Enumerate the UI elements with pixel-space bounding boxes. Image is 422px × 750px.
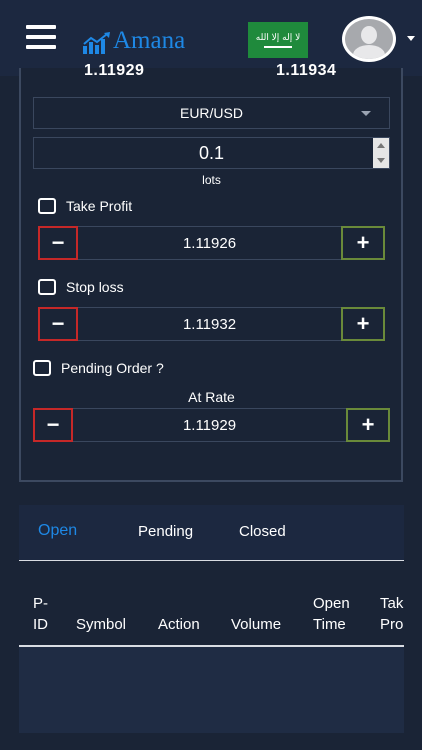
- stop-loss-minus-button[interactable]: −: [38, 307, 78, 341]
- stop-loss-checkbox[interactable]: [38, 279, 56, 295]
- col-header-text: Volume: [231, 616, 282, 633]
- col-header-text: Symbol: [76, 616, 127, 633]
- avatar[interactable]: [342, 16, 396, 62]
- orders-table-header: P- ID Symbol Action Volume Open Time Tak…: [19, 561, 404, 647]
- sword-icon: [264, 45, 292, 48]
- tab-closed[interactable]: Closed: [239, 523, 286, 540]
- at-rate-minus-button[interactable]: −: [33, 408, 73, 442]
- stop-loss-plus-button[interactable]: +: [341, 307, 385, 341]
- ask-rate: 1.11934: [276, 64, 337, 79]
- rates-strip: 1.11929 1.11934: [0, 64, 422, 80]
- logo[interactable]: Amana: [82, 24, 185, 54]
- lots-input[interactable]: 0.1: [33, 137, 390, 169]
- chart-logo-icon: [83, 32, 110, 54]
- stop-loss-value[interactable]: 1.11932: [78, 307, 341, 341]
- pending-order-checkbox[interactable]: [33, 360, 51, 376]
- at-rate-value[interactable]: 1.11929: [73, 408, 346, 442]
- take-profit-row: Take Profit: [38, 198, 132, 214]
- col-header-symbol[interactable]: Symbol: [76, 614, 126, 635]
- orders-table-body: [19, 647, 404, 733]
- tab-open[interactable]: Open: [38, 522, 77, 540]
- lots-spinner[interactable]: [373, 138, 389, 168]
- lots-value: 0.1: [198, 142, 225, 163]
- pending-order-row: Pending Order ?: [33, 360, 164, 376]
- symbol-select-value: EUR/USD: [179, 105, 243, 121]
- take-profit-checkbox[interactable]: [38, 198, 56, 214]
- col-header-volume[interactable]: Volume: [231, 614, 281, 635]
- pending-order-label: Pending Order ?: [61, 360, 164, 376]
- chevron-down-icon: [361, 111, 371, 116]
- user-icon: [345, 19, 393, 59]
- logo-text: Amana: [113, 27, 186, 54]
- spin-up-icon[interactable]: [377, 143, 385, 148]
- lots-label: lots: [202, 173, 221, 187]
- at-rate-label: At Rate: [188, 389, 235, 405]
- col-header-text: Tak: [380, 595, 404, 612]
- take-profit-stepper: − 1.11926 +: [38, 226, 385, 260]
- orders-tabs: Open Pending Closed: [19, 505, 404, 562]
- symbol-select[interactable]: EUR/USD: [33, 97, 390, 129]
- stop-loss-stepper: − 1.11932 +: [38, 307, 385, 341]
- col-header-take-profit[interactable]: Tak Pro: [380, 593, 403, 635]
- col-header-text: P-: [33, 595, 48, 612]
- stop-loss-row: Stop loss: [38, 279, 124, 295]
- bid-rate: 1.11929: [84, 64, 145, 79]
- col-header-pid[interactable]: P- ID: [33, 593, 48, 635]
- tab-pending[interactable]: Pending: [138, 523, 193, 540]
- col-header-action[interactable]: Action: [158, 614, 200, 635]
- spin-down-icon[interactable]: [377, 158, 385, 163]
- take-profit-plus-button[interactable]: +: [341, 226, 385, 260]
- flag-script: لا إله إلا الله: [255, 32, 301, 43]
- col-header-text: Time: [313, 616, 346, 633]
- col-header-text: ID: [33, 616, 48, 633]
- at-rate-plus-button[interactable]: +: [346, 408, 390, 442]
- col-header-text: Action: [158, 616, 200, 633]
- take-profit-value[interactable]: 1.11926: [78, 226, 341, 260]
- stop-loss-label: Stop loss: [66, 279, 124, 295]
- take-profit-label: Take Profit: [66, 198, 133, 214]
- menu-icon[interactable]: [26, 25, 56, 49]
- col-header-text: Open: [313, 595, 350, 612]
- col-header-open-time[interactable]: Open Time: [313, 593, 350, 635]
- at-rate-stepper: − 1.11929 +: [33, 408, 390, 442]
- language-flag-button[interactable]: لا إله إلا الله: [248, 22, 308, 58]
- col-header-text: Pro: [380, 616, 404, 633]
- take-profit-minus-button[interactable]: −: [38, 226, 78, 260]
- caret-down-icon[interactable]: [407, 36, 415, 41]
